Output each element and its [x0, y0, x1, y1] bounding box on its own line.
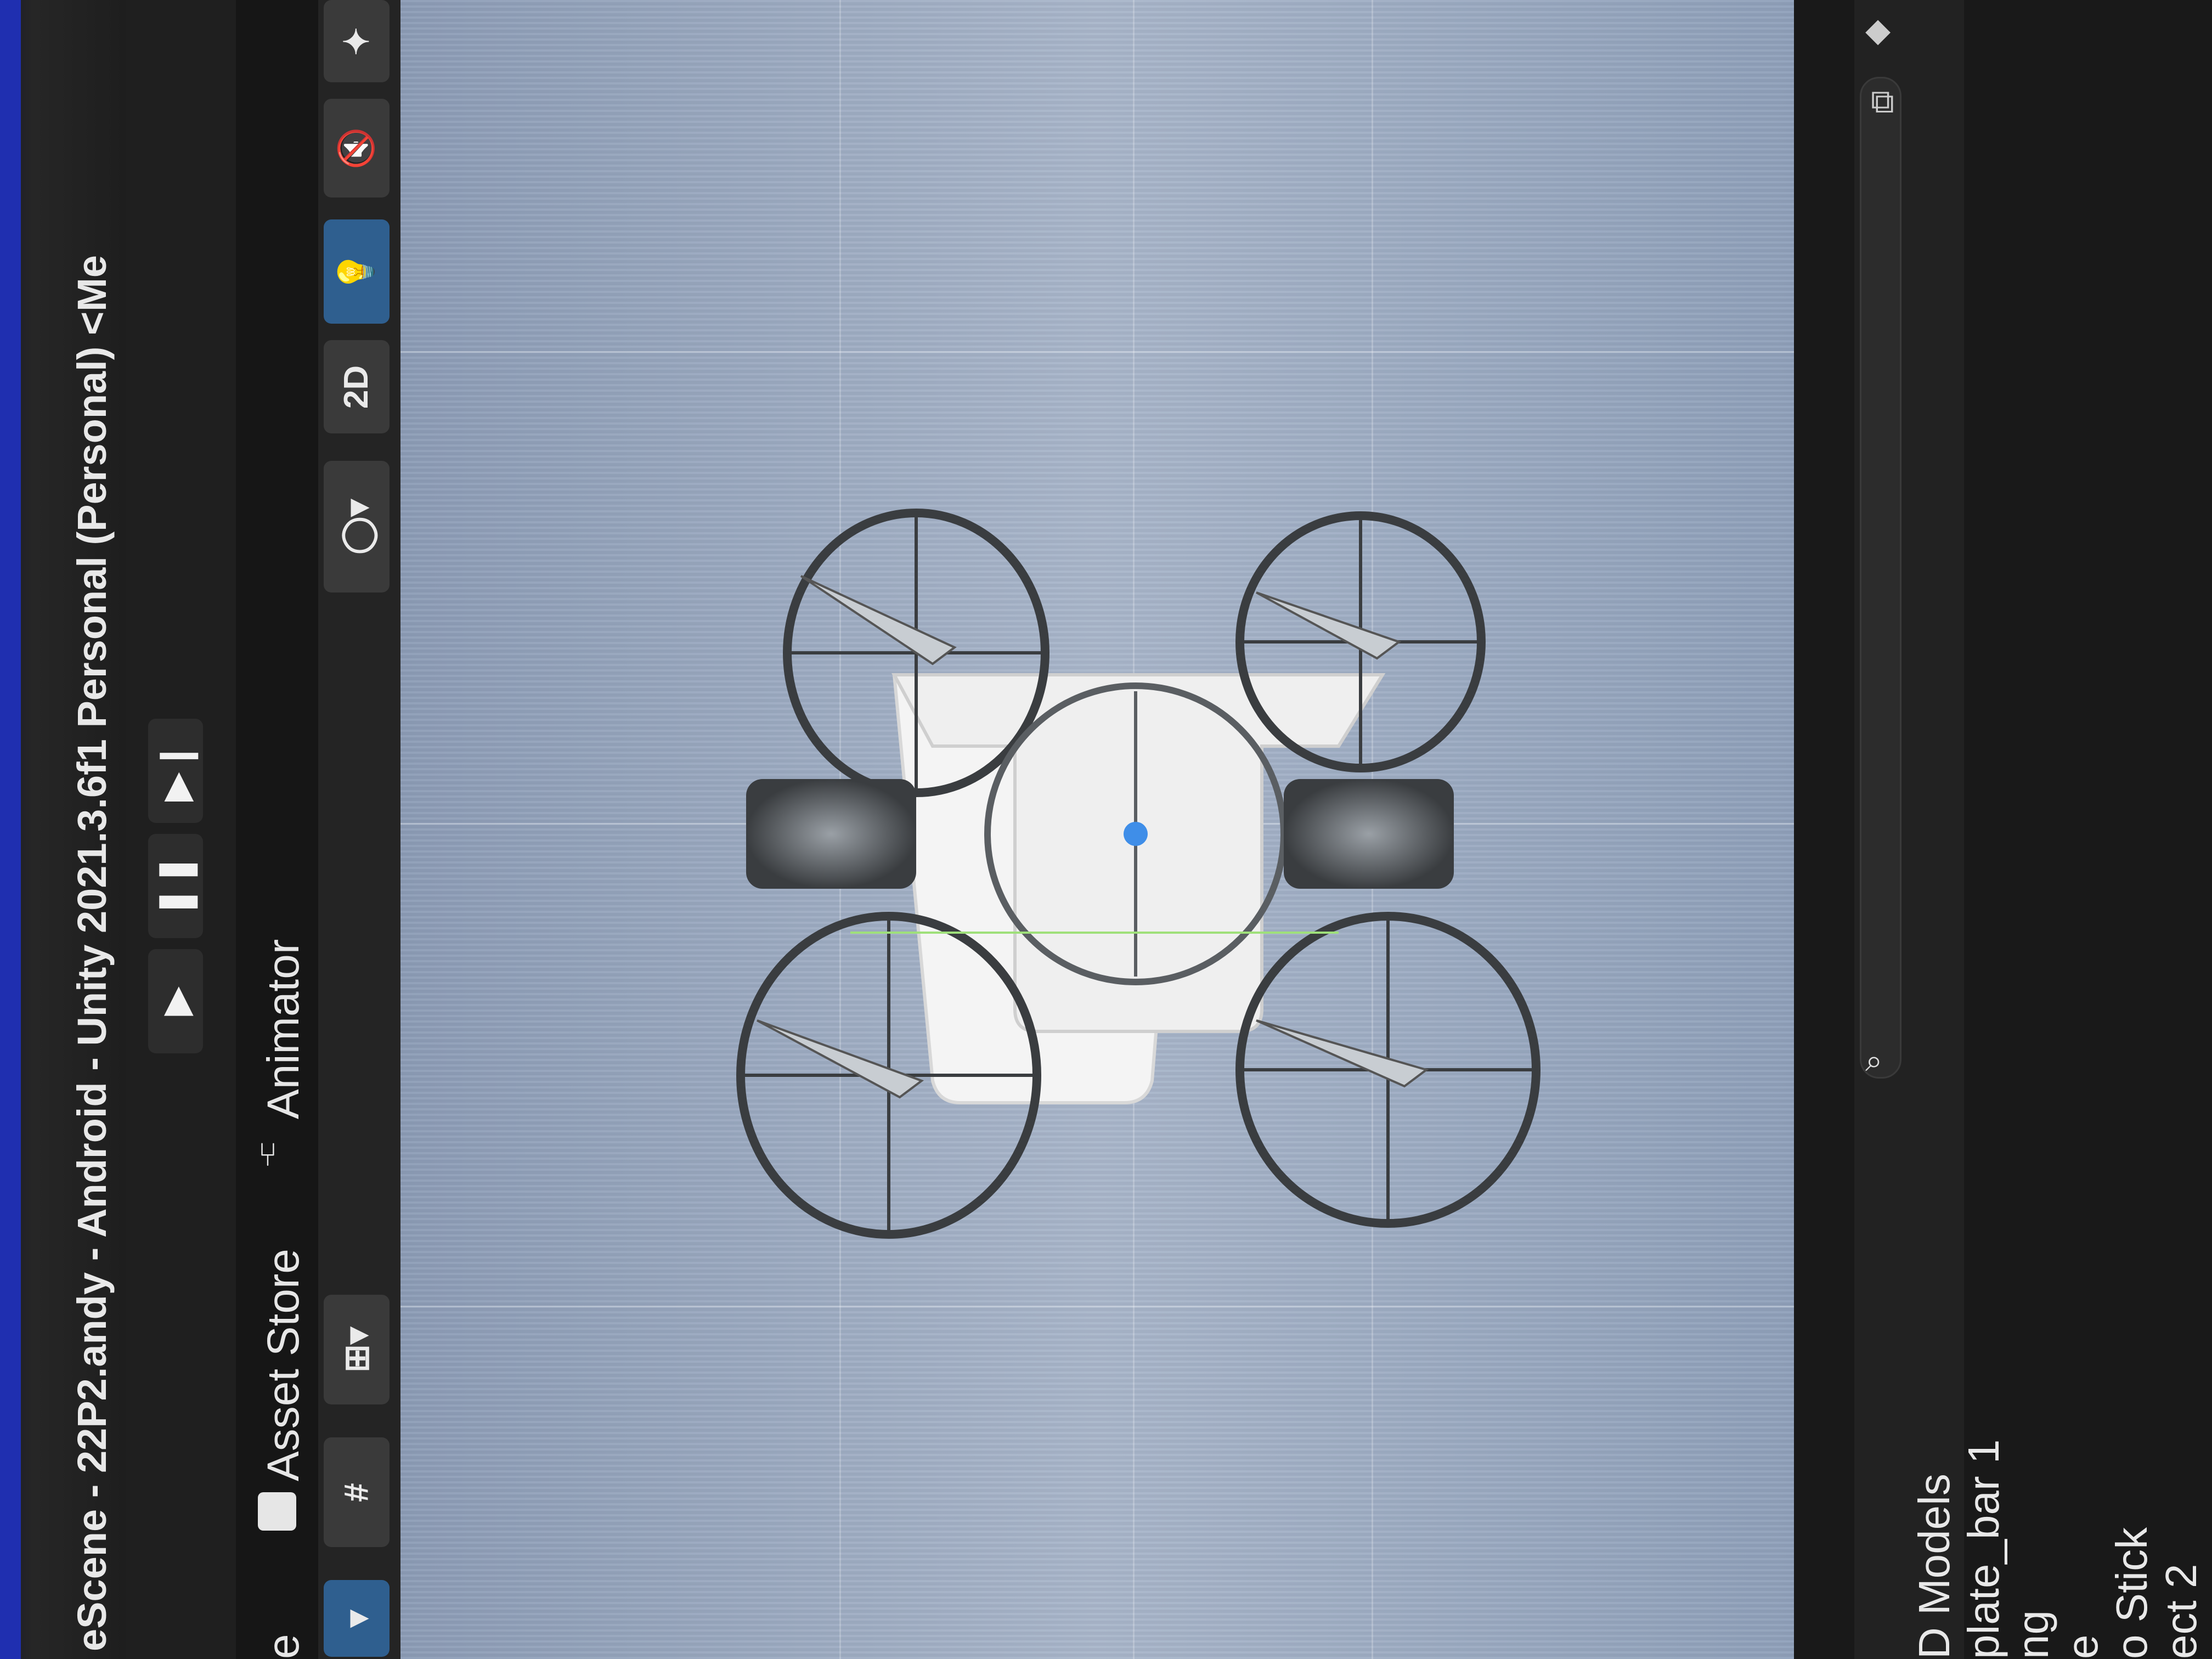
propeller-guard-top-left [783, 509, 1049, 797]
hierarchy-search-input[interactable] [1860, 77, 1901, 1079]
ruler-icon: ⊞▾ [338, 1327, 376, 1373]
grid-line [400, 1306, 1794, 1307]
shading-mode-dropdown[interactable]: ◯▾ [324, 461, 390, 592]
grid-snap-button[interactable]: # [324, 1437, 390, 1547]
pause-button[interactable]: ❚❚ [148, 834, 203, 938]
grid-line [400, 351, 1794, 353]
main-toolbar [126, 0, 236, 1659]
search-icon: ⌕ [1865, 1043, 1883, 1077]
pivot-gizmo[interactable] [1124, 822, 1148, 846]
lightbulb-icon: 💡 [337, 250, 376, 293]
audio-toggle[interactable]: 🔇 [324, 99, 390, 198]
step-button[interactable]: ▶❙ [148, 719, 203, 823]
motor-right [1284, 779, 1454, 889]
hierarchy-item[interactable]: D Models [1909, 1474, 1960, 1659]
tab-animator[interactable]: Animator [258, 939, 309, 1119]
pause-icon: ❚❚ [154, 854, 197, 918]
audio-mute-icon: 🔇 [337, 127, 376, 170]
snap-increment-button[interactable]: ⊞▾ [324, 1295, 390, 1404]
propeller-guard-top-right [1235, 511, 1486, 772]
play-icon: ▶ [154, 986, 197, 1016]
asset-store-icon [258, 1492, 296, 1531]
tab-asset-store[interactable]: Asset Store [258, 1249, 309, 1481]
animator-icon: ⑂ [258, 1136, 278, 1173]
hierarchy-item[interactable]: plate_bar 1 [1959, 1440, 2009, 1659]
play-button[interactable]: ▶ [148, 949, 203, 1053]
layers-icon: ✦ [338, 27, 376, 55]
transform-dropdown[interactable]: ▾ [324, 1580, 390, 1657]
effects-toggle[interactable]: ✦ [324, 0, 390, 82]
window-title: eScene - 22P2.andy - Android - Unity 202… [69, 255, 115, 1651]
hierarchy-item[interactable]: ect 2 [2156, 1564, 2207, 1659]
sphere-icon: ◯▾ [338, 499, 376, 555]
shapes-icon[interactable]: ◆ [1865, 11, 1891, 49]
hierarchy-item[interactable]: o Stick [2107, 1527, 2157, 1659]
hierarchy-item[interactable]: e [2057, 1635, 2108, 1659]
propeller-guard-bottom-left [736, 912, 1041, 1239]
desktop-edge [0, 0, 21, 1659]
scene-visibility-icon[interactable]: ⧉ [1871, 82, 1894, 121]
hierarchy-item[interactable]: ng [2008, 1610, 2058, 1659]
drone-model[interactable] [713, 483, 1558, 1262]
lighting-toggle[interactable]: 💡 [324, 219, 390, 324]
step-icon: ▶❙ [154, 740, 197, 802]
grid-icon: # [337, 1482, 376, 1502]
motor-left [746, 779, 916, 889]
tab-partial[interactable]: e [258, 1634, 309, 1659]
propeller-guard-bottom-right [1235, 912, 1541, 1228]
mode-2d-toggle[interactable]: 2D [324, 340, 390, 433]
